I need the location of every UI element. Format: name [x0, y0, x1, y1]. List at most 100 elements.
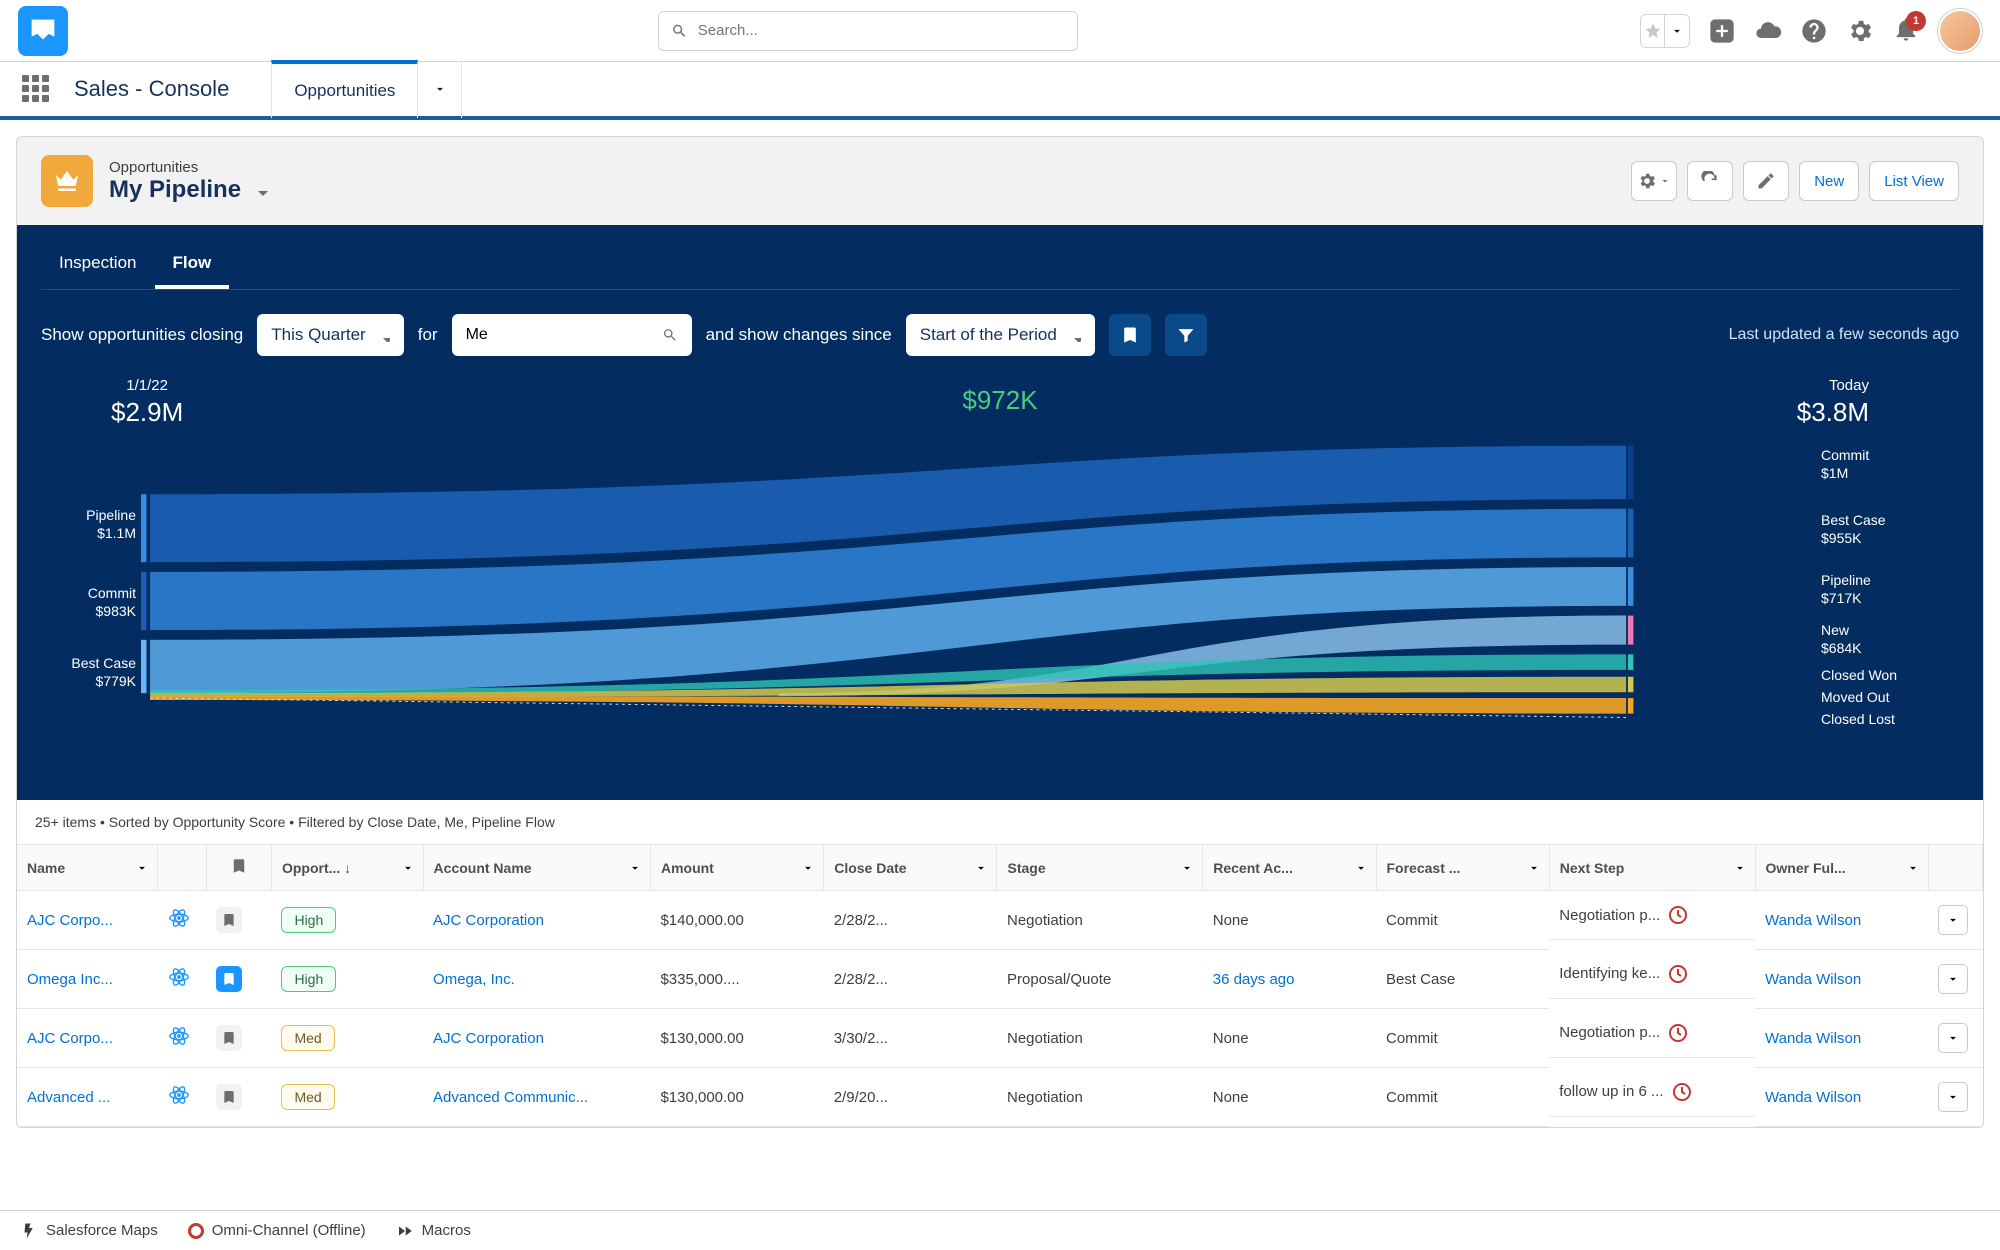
nav-tab-opportunities[interactable]: Opportunities	[271, 60, 418, 118]
filter-label-closing: Show opportunities closing	[41, 325, 243, 345]
favorites-pill[interactable]	[1640, 14, 1690, 48]
bolt-icon	[20, 1222, 38, 1240]
refresh-button[interactable]	[1687, 161, 1733, 201]
col-close[interactable]: Close Date	[824, 845, 997, 891]
col-stage[interactable]: Stage	[997, 845, 1203, 891]
col-score[interactable]: Opport... ↓	[271, 845, 423, 891]
close-date-cell: 3/30/2...	[824, 1009, 997, 1068]
star-icon[interactable]	[1641, 15, 1665, 47]
row-actions-button[interactable]	[1938, 1023, 1968, 1053]
view-name: My Pipeline	[109, 176, 241, 204]
cloud-icon[interactable]	[1754, 17, 1782, 45]
utility-maps[interactable]: Salesforce Maps	[20, 1222, 158, 1240]
col-owner[interactable]: Owner Ful...	[1755, 845, 1928, 891]
recent-activity-cell: None	[1203, 1068, 1376, 1127]
chevron-down-icon	[1659, 175, 1671, 187]
next-step-cell: Negotiation p...	[1549, 891, 1755, 940]
listview-button[interactable]: List View	[1869, 161, 1959, 201]
forecast-cell: Commit	[1376, 891, 1549, 950]
row-actions-button[interactable]	[1938, 964, 1968, 994]
recent-activity-cell: None	[1203, 891, 1376, 950]
einstein-icon[interactable]	[158, 891, 207, 950]
col-actions	[1928, 845, 1982, 891]
col-recent[interactable]: Recent Ac...	[1203, 845, 1376, 891]
opportunity-icon	[41, 155, 93, 207]
col-account[interactable]: Account Name	[423, 845, 650, 891]
col-next[interactable]: Next Step	[1549, 845, 1755, 891]
score-badge: Med	[281, 1084, 334, 1110]
view-picker[interactable]: My Pipeline	[109, 176, 269, 204]
setup-gear-icon[interactable]	[1846, 17, 1874, 45]
help-icon[interactable]	[1800, 17, 1828, 45]
flow-panel: Inspection Flow Show opportunities closi…	[17, 225, 1983, 800]
nav-tab-dropdown[interactable]	[418, 60, 462, 118]
bookmark-toggle[interactable]	[1109, 314, 1151, 356]
search-icon	[671, 22, 688, 40]
row-actions-button[interactable]	[1938, 1082, 1968, 1112]
einstein-icon[interactable]	[158, 950, 207, 1009]
bookmark-toggle[interactable]	[216, 966, 242, 992]
sankey-left-date: 1/1/22	[111, 376, 183, 396]
app-logo[interactable]	[18, 6, 68, 56]
filter-label-for: for	[418, 325, 438, 345]
settings-button[interactable]	[1631, 161, 1677, 201]
recent-activity-cell: None	[1203, 1009, 1376, 1068]
opportunity-link[interactable]: AJC Corpo...	[27, 1030, 113, 1047]
user-avatar[interactable]	[1938, 9, 1982, 53]
col-einstein[interactable]	[158, 845, 207, 891]
account-link[interactable]: Advanced Communic...	[433, 1089, 588, 1106]
utility-bar: Salesforce Maps Omni-Channel (Offline) M…	[0, 1210, 2000, 1250]
tab-inspection[interactable]: Inspection	[41, 241, 155, 289]
account-link[interactable]: AJC Corporation	[433, 1030, 544, 1047]
opportunity-link[interactable]: Omega Inc...	[27, 971, 113, 988]
search-input[interactable]	[698, 22, 1065, 39]
overdue-icon	[1668, 964, 1688, 984]
notifications-button[interactable]: 1	[1892, 15, 1920, 46]
score-badge: High	[281, 907, 336, 933]
page-container: Opportunities My Pipeline New List View …	[16, 136, 1984, 1128]
opportunity-link[interactable]: Advanced ...	[27, 1089, 110, 1106]
col-name[interactable]: Name	[17, 845, 158, 891]
bookmark-toggle[interactable]	[216, 907, 242, 933]
notification-badge: 1	[1906, 11, 1926, 31]
since-select[interactable]: Start of the Period	[906, 314, 1095, 356]
row-actions-button[interactable]	[1938, 905, 1968, 935]
chevron-down-icon	[1067, 328, 1081, 342]
account-link[interactable]: AJC Corporation	[433, 912, 544, 929]
col-bookmark[interactable]	[206, 845, 271, 891]
recent-activity-link[interactable]: 36 days ago	[1213, 971, 1295, 988]
app-launcher-icon[interactable]	[22, 75, 50, 103]
filter-button[interactable]	[1165, 314, 1207, 356]
einstein-icon[interactable]	[158, 1068, 207, 1127]
offline-dot-icon	[188, 1223, 204, 1239]
col-forecast[interactable]: Forecast ...	[1376, 845, 1549, 891]
period-select[interactable]: This Quarter	[257, 314, 403, 356]
edit-button[interactable]	[1743, 161, 1789, 201]
utility-macros[interactable]: Macros	[396, 1222, 471, 1240]
utility-omni[interactable]: Omni-Channel (Offline)	[188, 1222, 366, 1239]
tab-flow[interactable]: Flow	[155, 241, 230, 289]
recent-activity-cell: 36 days ago	[1203, 950, 1376, 1009]
owner-link[interactable]: Wanda Wilson	[1765, 912, 1861, 929]
nav-bar: Sales - Console Opportunities	[0, 62, 2000, 120]
account-link[interactable]: Omega, Inc.	[433, 971, 515, 988]
plus-icon[interactable]	[1708, 17, 1736, 45]
owner-link[interactable]: Wanda Wilson	[1765, 1030, 1861, 1047]
einstein-icon[interactable]	[158, 1009, 207, 1068]
opportunity-link[interactable]: AJC Corpo...	[27, 912, 113, 929]
owner-link[interactable]: Wanda Wilson	[1765, 1089, 1861, 1106]
forecast-cell: Best Case	[1376, 950, 1549, 1009]
owner-link[interactable]: Wanda Wilson	[1765, 971, 1861, 988]
col-amount[interactable]: Amount	[650, 845, 823, 891]
app-name: Sales - Console	[74, 76, 229, 102]
bookmark-toggle[interactable]	[216, 1084, 242, 1110]
global-search[interactable]	[658, 11, 1078, 51]
chevron-down-icon[interactable]	[1665, 15, 1689, 47]
overdue-icon	[1668, 1023, 1688, 1043]
new-button[interactable]: New	[1799, 161, 1859, 201]
chevron-down-icon	[376, 328, 390, 342]
owner-input[interactable]	[466, 326, 652, 344]
bookmark-toggle[interactable]	[216, 1025, 242, 1051]
owner-select[interactable]	[452, 314, 692, 356]
amount-cell: $130,000.00	[650, 1009, 823, 1068]
